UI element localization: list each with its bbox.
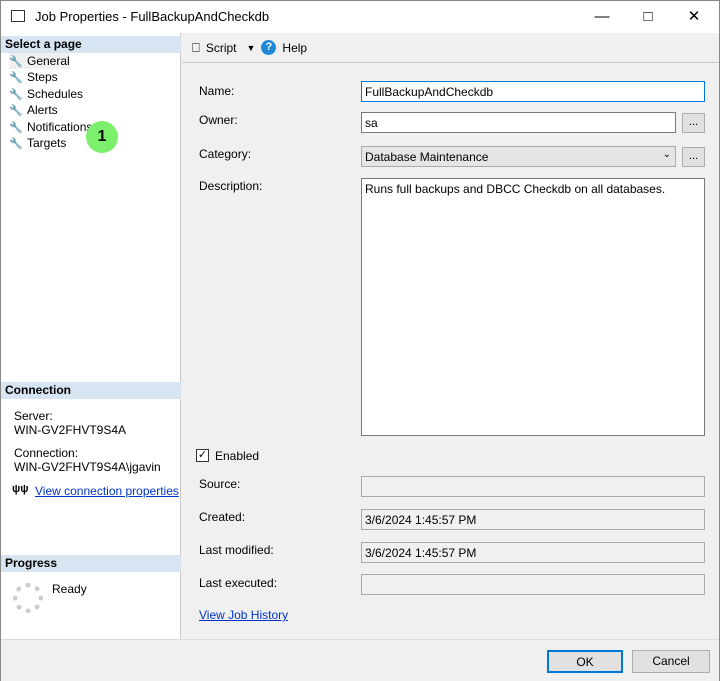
left-panel: Select a page 🔧 General 🔧 Steps 🔧 Schedules… [1,33,181,639]
page-label: Alerts [27,103,58,117]
wrench-icon: 🔧 [9,88,23,101]
last-modified-field: 3/6/2024 1:45:57 PM [361,542,705,563]
view-connection-properties-link[interactable]: View connection properties [35,484,179,498]
page-general[interactable]: 🔧 General [9,53,70,69]
owner-browse-button[interactable]: ... [682,113,705,133]
category-select[interactable]: Database Maintenance ⌄ [361,146,676,167]
toolbar: ⎕ Script ▼ ? Help [182,33,719,63]
general-page: ⎕ Script ▼ ? Help Name: FullBackupAndChe… [182,33,719,639]
description-label: Description: [199,179,263,193]
connection-header: Connection [1,382,181,399]
category-browse-button[interactable]: ... [682,147,705,167]
enabled-checkbox[interactable]: ✓ [196,449,209,462]
window-title: Job Properties - FullBackupAndCheckdb [35,9,270,24]
page-schedules[interactable]: 🔧 Schedules [9,86,83,102]
page-label: Steps [27,70,58,84]
category-value: Database Maintenance [365,150,489,164]
wrench-icon: 🔧 [9,104,23,117]
wrench-icon: 🔧 [9,137,23,150]
script-dropdown-icon[interactable]: ▼ [247,43,256,53]
select-page-header: Select a page [1,36,181,53]
description-textarea[interactable]: Runs full backups and DBCC Checkdb on al… [361,178,705,436]
page-alerts[interactable]: 🔧 Alerts [9,102,58,118]
source-label: Source: [199,477,241,491]
created-field: 3/6/2024 1:45:57 PM [361,509,705,530]
help-icon: ? [261,40,277,55]
category-label: Category: [199,147,252,161]
wrench-icon: 🔧 [9,71,23,84]
window-icon [11,10,25,22]
script-button[interactable]: Script [206,41,237,55]
job-properties-window: Job Properties - FullBackupAndCheckdb — … [0,0,720,681]
ok-button[interactable]: OK [547,650,623,673]
page-targets[interactable]: 🔧 Targets [9,135,66,151]
cancel-button[interactable]: Cancel [632,650,710,673]
title-bar: Job Properties - FullBackupAndCheckdb — … [1,1,719,33]
server-value: WIN-GV2FHVT9S4A [14,423,127,437]
source-field [361,476,705,497]
wrench-icon: 🔧 [9,55,23,68]
page-steps[interactable]: 🔧 Steps [9,69,58,85]
view-job-history-link[interactable]: View Job History [199,608,288,622]
page-label: Notifications [27,120,93,134]
created-label: Created: [199,510,246,524]
progress-spinner-icon [13,583,43,613]
server-label: Server: [14,409,53,423]
connection-label: Connection: [14,446,79,460]
button-bar: OK Cancel [1,639,719,681]
connection-value: WIN-GV2FHVT9S4A\jgavin [14,460,161,474]
plug-icon: ψψ [12,483,29,495]
close-button[interactable]: ✕ [671,1,717,33]
page-notifications[interactable]: 🔧 Notifications [9,119,92,135]
owner-input[interactable]: sa [361,112,676,133]
page-label: General [27,54,70,68]
maximize-button[interactable]: □ [625,1,671,33]
owner-label: Owner: [199,113,238,127]
script-icon: ⎕ [192,39,200,55]
enabled-label: Enabled [215,449,260,463]
chevron-down-icon: ⌄ [662,149,671,160]
name-label: Name: [199,84,235,98]
help-button[interactable]: Help [282,41,307,55]
last-modified-label: Last modified: [199,543,274,557]
page-label: Targets [27,136,67,150]
name-input[interactable]: FullBackupAndCheckdb [361,81,705,102]
last-executed-field [361,574,705,595]
progress-header: Progress [1,555,181,572]
page-label: Schedules [27,87,84,101]
last-executed-label: Last executed: [199,576,278,590]
minimize-button[interactable]: — [579,1,625,33]
wrench-icon: 🔧 [9,121,23,134]
progress-status: Ready [52,582,87,596]
annotation-marker: 1 [86,121,118,153]
